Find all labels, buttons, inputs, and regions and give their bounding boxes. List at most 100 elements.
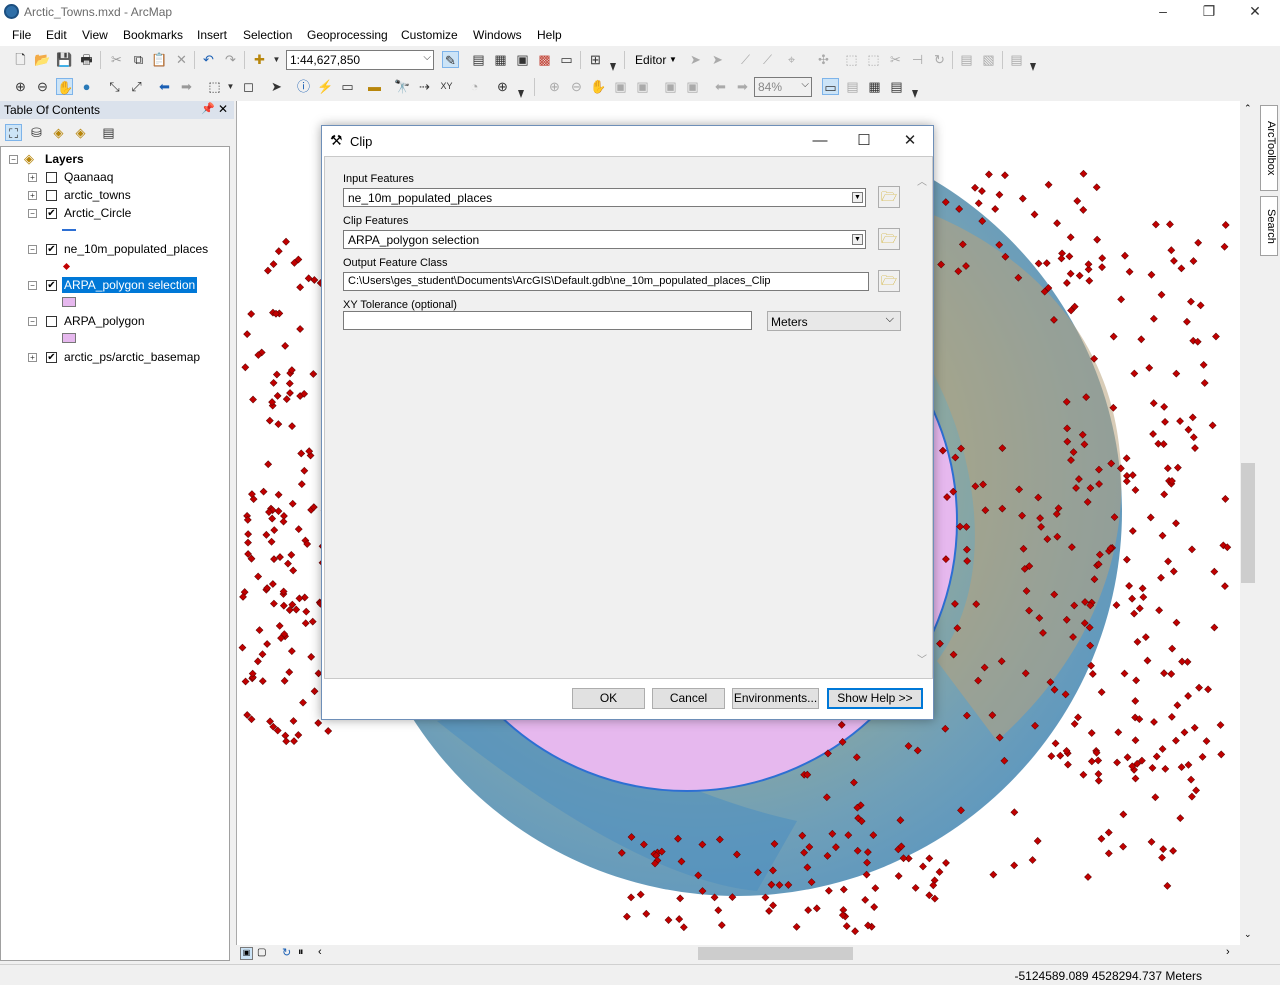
minimize-button[interactable]: – — [1140, 0, 1186, 24]
chevron-down-icon[interactable]: ▼ — [852, 192, 863, 203]
maximize-button[interactable]: ❐ — [1186, 0, 1232, 24]
select-elements-icon[interactable]: ➤ — [268, 78, 285, 95]
hyperlink-icon[interactable]: ⚡ — [317, 78, 334, 95]
layout-forward-icon[interactable]: ➡ — [734, 78, 751, 95]
close-button[interactable]: ✕ — [1232, 0, 1278, 24]
toggle-draft-mode-icon[interactable]: ▭ — [822, 78, 839, 95]
collapse-icon[interactable]: − — [28, 317, 37, 326]
rotate-icon[interactable]: ↻ — [931, 51, 948, 68]
layer-arctic-towns[interactable]: arctic_towns — [62, 187, 133, 203]
scroll-up-icon[interactable]: ⌃ — [1244, 103, 1252, 114]
layer-checkbox-qaanaaq[interactable] — [46, 172, 57, 183]
edit-annotation-icon[interactable]: ➤ — [709, 51, 726, 68]
pan-icon[interactable]: ✋ — [56, 78, 73, 95]
layout-zoom-in-icon[interactable]: ⊕ — [546, 78, 563, 95]
clear-selection-icon[interactable]: ◻ — [240, 78, 257, 95]
save-icon[interactable]: 💾 — [56, 51, 73, 68]
model-builder-icon[interactable]: ⊞ — [587, 51, 604, 68]
go-back-icon[interactable]: ⬅ — [156, 78, 173, 95]
input-features-combo[interactable]: ne_10m_populated_places ▼ — [343, 188, 866, 207]
map-scale-combo[interactable]: 1:44,627,850 ⌵ — [286, 50, 434, 70]
chevron-down-icon[interactable]: ▼ — [852, 234, 863, 245]
scroll-right-icon[interactable]: › — [1226, 946, 1230, 958]
find-icon[interactable]: 🔭 — [394, 78, 411, 95]
print-icon[interactable]: 🖶 — [78, 51, 95, 68]
menu-file[interactable]: File — [12, 28, 31, 42]
layer-arpa-polygon-selection[interactable]: ARPA_polygon selection — [60, 276, 199, 294]
refresh-icon[interactable]: ↻ — [282, 946, 291, 959]
collapse-icon[interactable]: − — [9, 155, 18, 164]
attributes-icon[interactable]: ▤ — [958, 51, 975, 68]
zoom-whole-page-icon[interactable]: ▣ — [612, 78, 629, 95]
show-help-button[interactable]: Show Help >> — [827, 688, 923, 709]
create-viewer-window-icon[interactable]: ⊕ — [494, 78, 511, 95]
xy-units-select[interactable]: Meters ⌵ — [767, 311, 901, 331]
layout-pan-icon[interactable]: ✋ — [590, 78, 607, 95]
input-features-browse-button[interactable]: 🗁 — [878, 186, 900, 208]
layout-zoom-combo[interactable]: 84% ⌵ — [754, 77, 812, 97]
list-by-selection-icon[interactable]: ◈ — [72, 124, 89, 141]
add-data-icon[interactable]: ✚ — [251, 51, 268, 68]
pause-drawing-icon[interactable]: ⏸ — [298, 946, 304, 959]
collapse-icon[interactable]: − — [28, 281, 37, 290]
output-browse-button[interactable]: 🗁 — [878, 270, 900, 292]
layer-checkbox-populated-places[interactable]: ✔ — [46, 244, 57, 255]
layer-checkbox-arpa-polygon[interactable] — [46, 316, 57, 327]
select-features-icon[interactable]: ⬚ — [206, 78, 223, 95]
focus-data-frame-icon[interactable]: ▤ — [844, 78, 861, 95]
list-by-source-icon[interactable]: ⛁ — [28, 124, 45, 141]
create-features-icon[interactable]: ▤ — [1008, 51, 1025, 68]
open-icon[interactable]: 📂 — [34, 51, 51, 68]
undo-icon[interactable]: ↶ — [200, 51, 217, 68]
toc-options-icon[interactable]: ▤ — [100, 124, 117, 141]
scroll-down-icon[interactable]: ﹀ — [917, 651, 927, 666]
arctic-circle-line-symbol[interactable] — [62, 229, 76, 231]
zoom-100-icon[interactable]: ▣ — [634, 78, 651, 95]
split-icon[interactable]: ⊣ — [909, 51, 926, 68]
search-tab[interactable]: Search — [1260, 196, 1278, 256]
layout-zoom-out-icon[interactable]: ⊖ — [568, 78, 585, 95]
change-layout-icon[interactable]: ▦ — [866, 78, 883, 95]
new-document-icon[interactable]: 🗋 — [12, 51, 29, 68]
menu-insert[interactable]: Insert — [197, 28, 227, 42]
editor-toolbar-icon[interactable]: ✎ — [442, 51, 459, 68]
list-by-visibility-icon[interactable]: ◈ — [50, 124, 67, 141]
paste-icon[interactable]: 📋 — [151, 51, 168, 68]
dialog-minimize-button[interactable]: — — [805, 130, 835, 152]
expand-icon[interactable]: + — [28, 353, 37, 362]
collapse-icon[interactable]: − — [28, 245, 37, 254]
menu-customize[interactable]: Customize — [401, 28, 458, 42]
dialog-scrollbar[interactable]: ︿ ﹀ — [915, 167, 930, 677]
html-popup-icon[interactable]: ▭ — [339, 78, 356, 95]
layer-checkbox-arctic-basemap[interactable]: ✔ — [46, 352, 57, 363]
data-driven-pages-icon[interactable]: ▤ — [888, 78, 905, 95]
sketch-properties-icon[interactable]: ▧ — [980, 51, 997, 68]
add-data-dropdown-icon[interactable]: ▼ — [268, 51, 285, 68]
clip-features-browse-button[interactable]: 🗁 — [878, 228, 900, 250]
full-extent-icon[interactable]: ● — [78, 78, 95, 95]
vertical-scroll-thumb[interactable] — [1241, 463, 1255, 583]
output-feature-class-input[interactable]: C:\Users\ges_student\Documents\ArcGIS\De… — [343, 272, 869, 291]
trace-icon[interactable]: ⌖ — [783, 51, 800, 68]
arctoolbox-icon[interactable]: ▩ — [536, 51, 553, 68]
end-point-arc-icon[interactable]: ⟋ — [759, 51, 776, 68]
fixed-zoom-in-icon[interactable]: ⤡ — [106, 78, 123, 95]
time-slider-icon[interactable]: ◔ — [466, 78, 483, 95]
python-window-icon[interactable]: ▭ — [558, 51, 575, 68]
menu-selection[interactable]: Selection — [243, 28, 292, 42]
layer-arctic-basemap[interactable]: arctic_ps/arctic_basemap — [62, 349, 202, 365]
zoom-in-icon[interactable]: ⊕ — [12, 78, 29, 95]
horizontal-scroll-thumb[interactable] — [698, 947, 853, 960]
fixed-zoom-out-icon[interactable]: ⤢ — [128, 78, 145, 95]
delete-icon[interactable]: ✕ — [173, 51, 190, 68]
clip-features-combo[interactable]: ARPA_polygon selection ▼ — [343, 230, 866, 249]
menu-geoprocessing[interactable]: Geoprocessing — [307, 28, 388, 42]
environments-button[interactable]: Environments... — [732, 688, 819, 709]
ok-button[interactable]: OK — [572, 688, 645, 709]
populated-places-point-symbol[interactable] — [62, 262, 71, 271]
edit-vertices-icon[interactable]: ⬚ — [843, 51, 860, 68]
collapse-icon[interactable]: − — [28, 209, 37, 218]
data-view-icon[interactable]: ▣ — [240, 947, 253, 960]
copy-icon[interactable]: ⧉ — [130, 51, 147, 68]
layer-arctic-circle[interactable]: Arctic_Circle — [62, 205, 133, 221]
